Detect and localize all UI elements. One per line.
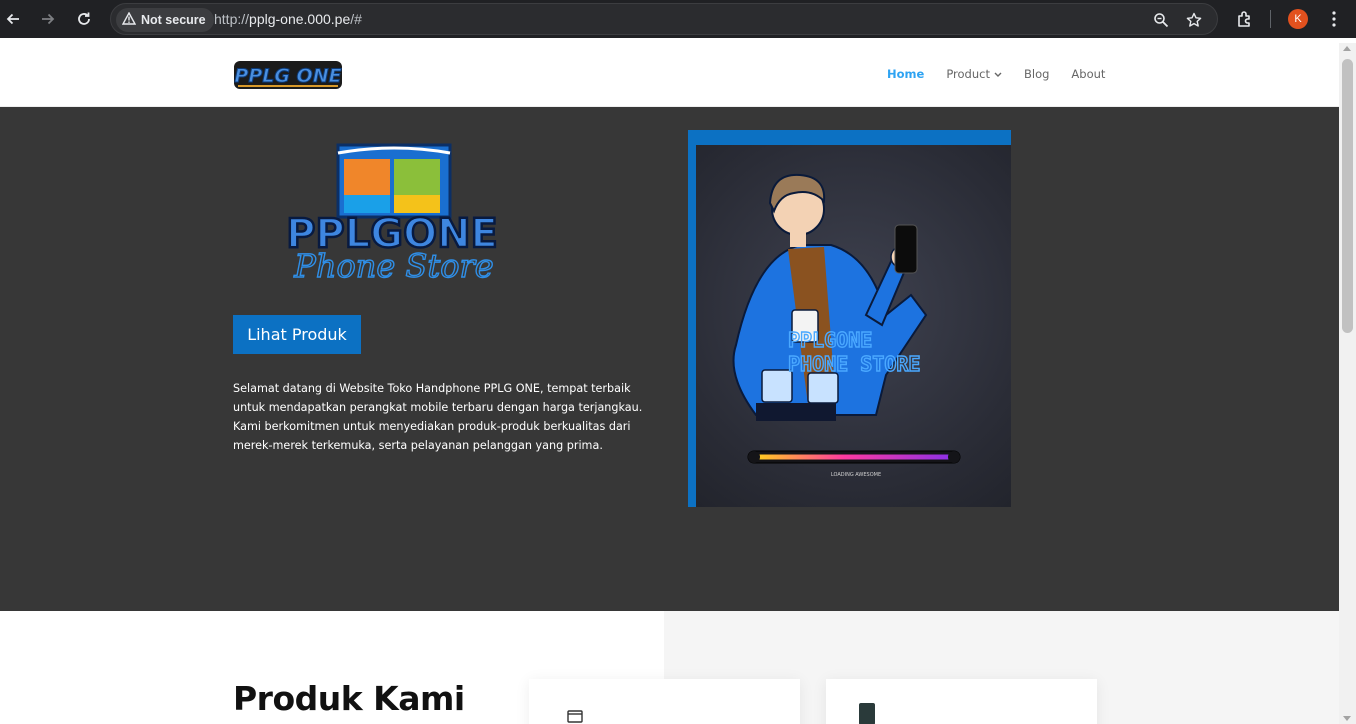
products-section: Produk Kami [0, 611, 1339, 724]
scroll-up-icon[interactable] [1343, 46, 1351, 51]
site-logo-text: PPLG ONE [234, 65, 341, 87]
url-host: pplg-one.000.pe [249, 11, 351, 27]
product-card[interactable] [529, 679, 800, 724]
forward-icon[interactable] [36, 7, 60, 31]
warning-icon [121, 11, 137, 28]
products-title: Produk Kami [233, 679, 465, 718]
address-bar[interactable]: Not secure http://pplg-one.000.pe/# [110, 3, 1218, 35]
product-card[interactable] [826, 679, 1097, 724]
page-viewport: PPLG ONE Home Product Blog About PPLGONE… [0, 43, 1339, 724]
toolbar-divider [1270, 10, 1271, 28]
nav-product[interactable]: Product [946, 67, 1002, 81]
url-text[interactable]: http://pplg-one.000.pe/# [214, 11, 362, 27]
illustration-title-1: PPLGONE [788, 328, 872, 352]
nav-blog-label: Blog [1023, 67, 1050, 81]
browser-toolbar: Not secure http://pplg-one.000.pe/# K [0, 0, 1356, 38]
bookmark-star-icon[interactable] [1184, 10, 1204, 30]
scroll-down-icon[interactable] [1343, 716, 1351, 721]
store-logo-subtitle: Phone Store [293, 247, 493, 285]
site-logo[interactable]: PPLG ONE [234, 59, 342, 91]
extensions-icon[interactable] [1233, 7, 1257, 31]
menu-kebab-icon[interactable] [1322, 7, 1346, 31]
nav-about[interactable]: About [1071, 67, 1105, 81]
illustration-title-2: PHONE STORE [788, 352, 920, 376]
security-chip[interactable]: Not secure [116, 8, 214, 32]
profile-avatar[interactable]: K [1288, 9, 1308, 29]
nav-product-label: Product [946, 67, 990, 81]
nav-blog[interactable]: Blog [1024, 67, 1049, 81]
hero-description: Selamat datang di Website Toko Handphone… [233, 382, 643, 452]
scrollbar-thumb[interactable] [1342, 59, 1353, 333]
main-nav: Home Product Blog About [887, 67, 1105, 81]
view-products-button[interactable]: Lihat Produk [233, 315, 361, 354]
nav-home-label: Home [887, 67, 925, 81]
page-scrollbar[interactable] [1339, 43, 1356, 724]
security-label: Not secure [141, 13, 206, 27]
product-icon [567, 709, 583, 724]
nav-about-label: About [1071, 67, 1106, 81]
site-header: PPLG ONE Home Product Blog About [0, 43, 1339, 107]
phone-icon [858, 703, 876, 724]
zoom-icon[interactable] [1151, 10, 1171, 30]
chevron-down-icon [994, 67, 1002, 81]
hero-illustration: PPLGONE PHONE STORE LOADING AWESOME [696, 145, 1011, 507]
back-icon[interactable] [1, 7, 25, 31]
hero-section: PPLGONE Phone Store Lihat Produk Selamat… [0, 107, 1339, 611]
url-path: /# [350, 11, 362, 27]
illustration-loading-text: LOADING AWESOME [831, 472, 881, 478]
url-scheme: http:// [214, 11, 250, 27]
nav-home[interactable]: Home [887, 67, 924, 81]
store-logo-image: PPLGONE Phone Store [276, 143, 518, 295]
hero-image-frame: PPLGONE PHONE STORE LOADING AWESOME [688, 130, 1011, 507]
reload-icon[interactable] [72, 7, 96, 31]
